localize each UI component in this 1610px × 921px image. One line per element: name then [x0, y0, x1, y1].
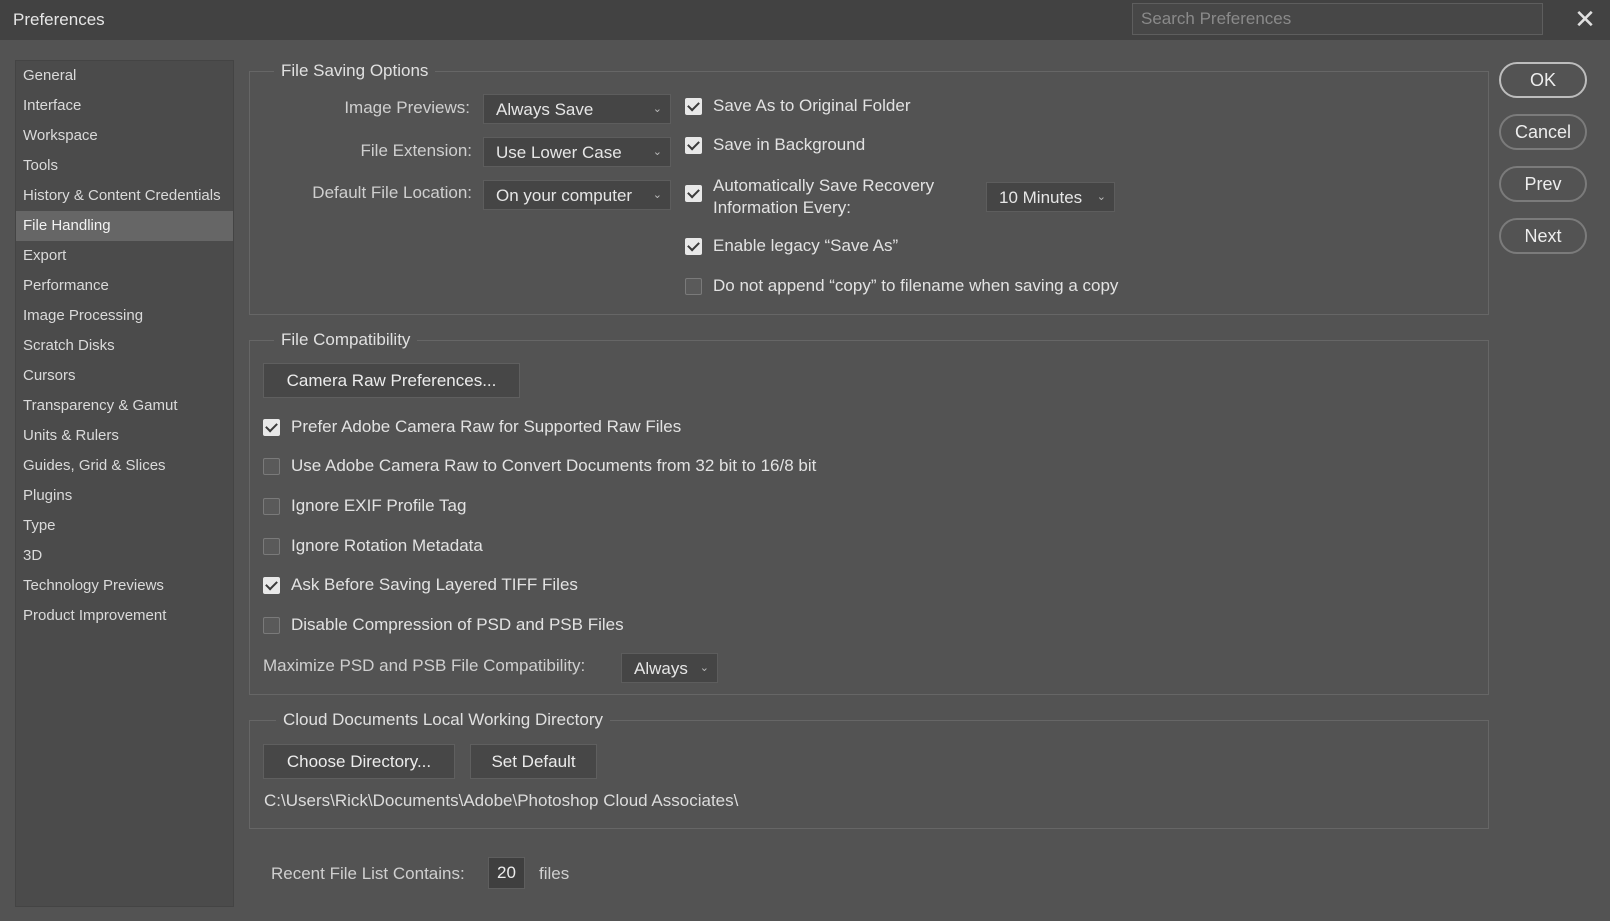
chevron-down-icon: ⌄: [699, 662, 709, 674]
sidebar-item-file-handling[interactable]: File Handling: [16, 211, 233, 241]
auto-recovery-checkbox[interactable]: Automatically Save Recovery Information …: [685, 175, 934, 219]
set-default-button[interactable]: Set Default: [470, 744, 597, 779]
maximize-compat-label: Maximize PSD and PSB File Compatibility:: [263, 656, 586, 675]
sidebar-item-performance[interactable]: Performance: [16, 271, 233, 301]
prev-button[interactable]: Prev: [1499, 166, 1587, 202]
window-title: Preferences: [13, 10, 105, 29]
save-original-folder-checkbox[interactable]: Save As to Original Folder: [685, 96, 910, 116]
recent-files-label: Recent File List Contains:: [271, 864, 465, 883]
checkbox-box: [685, 278, 702, 295]
checkbox-box: [685, 137, 702, 154]
file-extension-label: File Extension:: [360, 141, 473, 160]
ignore-exif-checkbox[interactable]: Ignore EXIF Profile Tag: [263, 496, 466, 516]
auto-recovery-label-line2: Information Every:: [713, 198, 851, 217]
sidebar-item-workspace[interactable]: Workspace: [16, 121, 233, 151]
choose-directory-button[interactable]: Choose Directory...: [263, 744, 455, 779]
auto-recovery-label-line1: Automatically Save Recovery: [713, 176, 935, 195]
auto-recovery-label: Automatically Save Recovery Information …: [713, 175, 934, 219]
sidebar-item-export[interactable]: Export: [16, 241, 233, 271]
save-background-checkbox[interactable]: Save in Background: [685, 135, 865, 155]
sidebar: General Interface Workspace Tools Histor…: [15, 60, 234, 907]
image-previews-value: Always Save: [496, 100, 594, 119]
legacy-save-as-label: Enable legacy “Save As”: [713, 236, 899, 255]
file-extension-value: Use Lower Case: [496, 143, 622, 162]
disable-compression-checkbox[interactable]: Disable Compression of PSD and PSB Files: [263, 615, 624, 635]
no-copy-append-checkbox[interactable]: Do not append “copy” to filename when sa…: [685, 276, 1118, 296]
file-extension-dropdown[interactable]: Use Lower Case ⌄: [483, 137, 671, 167]
ok-button[interactable]: OK: [1499, 62, 1587, 98]
search-input[interactable]: [1132, 3, 1543, 35]
sidebar-item-cursors[interactable]: Cursors: [16, 361, 233, 391]
checkbox-box: [263, 577, 280, 594]
cloud-legend: Cloud Documents Local Working Directory: [276, 710, 610, 730]
default-location-label: Default File Location:: [312, 183, 472, 202]
sidebar-item-units[interactable]: Units & Rulers: [16, 421, 233, 451]
file-saving-legend: File Saving Options: [274, 61, 436, 81]
ignore-rotation-label: Ignore Rotation Metadata: [291, 536, 483, 555]
prefer-acr-checkbox[interactable]: Prefer Adobe Camera Raw for Supported Ra…: [263, 417, 681, 437]
recent-files-suffix: files: [539, 864, 570, 883]
checkbox-box: [685, 185, 702, 202]
default-location-dropdown[interactable]: On your computer ⌄: [483, 180, 671, 210]
sidebar-item-general[interactable]: General: [16, 61, 233, 91]
chevron-down-icon: ⌄: [652, 189, 662, 201]
acr-convert-checkbox[interactable]: Use Adobe Camera Raw to Convert Document…: [263, 456, 816, 476]
image-previews-label: Image Previews:: [344, 98, 470, 117]
recent-files-count-input[interactable]: 20: [488, 857, 525, 889]
checkbox-box: [263, 458, 280, 475]
sidebar-item-interface[interactable]: Interface: [16, 91, 233, 121]
checkbox-box: [685, 238, 702, 255]
camera-raw-preferences-button[interactable]: Camera Raw Preferences...: [263, 363, 520, 398]
image-previews-dropdown[interactable]: Always Save ⌄: [483, 94, 671, 124]
chevron-down-icon: ⌄: [652, 146, 662, 158]
ask-tiff-label: Ask Before Saving Layered TIFF Files: [291, 575, 578, 594]
sidebar-item-scratch-disks[interactable]: Scratch Disks: [16, 331, 233, 361]
sidebar-item-product-improvement[interactable]: Product Improvement: [16, 601, 233, 631]
close-icon[interactable]: ✕: [1572, 6, 1598, 32]
auto-recovery-interval-dropdown[interactable]: 10 Minutes ⌄: [986, 182, 1115, 212]
save-background-label: Save in Background: [713, 135, 866, 154]
maximize-compat-value: Always: [634, 659, 688, 678]
no-copy-append-label: Do not append “copy” to filename when sa…: [713, 276, 1119, 295]
sidebar-item-plugins[interactable]: Plugins: [16, 481, 233, 511]
auto-recovery-interval-value: 10 Minutes: [999, 188, 1083, 207]
acr-convert-label: Use Adobe Camera Raw to Convert Document…: [291, 456, 817, 475]
ignore-exif-label: Ignore EXIF Profile Tag: [291, 496, 467, 515]
cancel-button[interactable]: Cancel: [1499, 114, 1587, 150]
checkbox-box: [263, 498, 280, 515]
save-original-folder-label: Save As to Original Folder: [713, 96, 911, 115]
sidebar-item-technology-previews[interactable]: Technology Previews: [16, 571, 233, 601]
disable-compression-label: Disable Compression of PSD and PSB Files: [291, 615, 624, 634]
checkbox-box: [685, 98, 702, 115]
legacy-save-as-checkbox[interactable]: Enable legacy “Save As”: [685, 236, 898, 256]
ignore-rotation-checkbox[interactable]: Ignore Rotation Metadata: [263, 536, 483, 556]
sidebar-item-transparency[interactable]: Transparency & Gamut: [16, 391, 233, 421]
sidebar-item-3d[interactable]: 3D: [16, 541, 233, 571]
default-location-value: On your computer: [496, 186, 633, 205]
ask-tiff-checkbox[interactable]: Ask Before Saving Layered TIFF Files: [263, 575, 578, 595]
sidebar-item-tools[interactable]: Tools: [16, 151, 233, 181]
file-compat-legend: File Compatibility: [274, 330, 418, 350]
title-bar: Preferences ✕: [0, 0, 1610, 40]
checkbox-box: [263, 617, 280, 634]
checkbox-box: [263, 538, 280, 555]
sidebar-item-history[interactable]: History & Content Credentials: [16, 181, 233, 211]
prefer-acr-label: Prefer Adobe Camera Raw for Supported Ra…: [291, 417, 682, 436]
maximize-compat-dropdown[interactable]: Always ⌄: [621, 653, 718, 683]
cloud-directory-path: C:\Users\Rick\Documents\Adobe\Photoshop …: [264, 791, 739, 810]
sidebar-item-type[interactable]: Type: [16, 511, 233, 541]
chevron-down-icon: ⌄: [652, 103, 662, 115]
chevron-down-icon: ⌄: [1096, 191, 1106, 203]
sidebar-item-image-processing[interactable]: Image Processing: [16, 301, 233, 331]
next-button[interactable]: Next: [1499, 218, 1587, 254]
sidebar-item-guides[interactable]: Guides, Grid & Slices: [16, 451, 233, 481]
checkbox-box: [263, 419, 280, 436]
